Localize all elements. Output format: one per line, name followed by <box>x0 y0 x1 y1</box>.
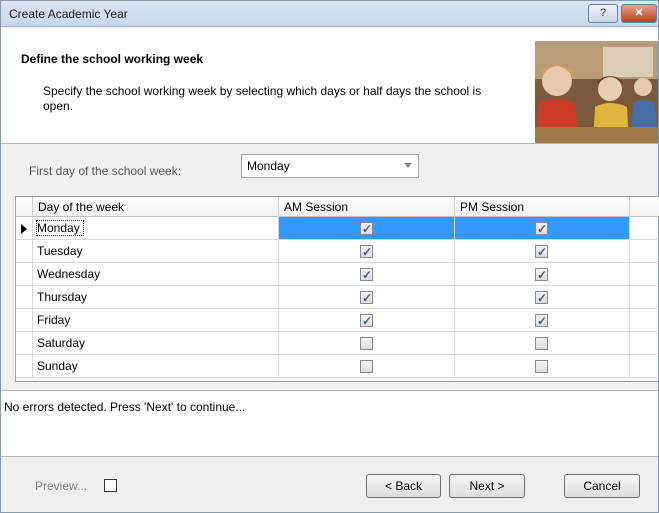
am-session-cell <box>279 309 455 332</box>
row-filler <box>630 332 659 355</box>
pm-session-checkbox[interactable] <box>535 360 548 373</box>
row-header[interactable] <box>16 309 33 332</box>
wizard-header: Define the school working week Specify t… <box>1 28 658 144</box>
preview-label: Preview... <box>35 479 88 493</box>
status-message: No errors detected. Press 'Next' to cont… <box>4 400 246 414</box>
day-label: Friday <box>37 313 71 327</box>
row-header[interactable] <box>16 217 33 240</box>
cancel-button[interactable]: Cancel <box>564 474 640 498</box>
chevron-down-icon[interactable] <box>404 163 412 168</box>
am-session-checkbox[interactable] <box>360 360 373 373</box>
first-day-select[interactable]: Monday <box>241 154 419 178</box>
window-title: Create Academic Year <box>9 7 128 21</box>
table-row[interactable]: Saturday <box>16 332 659 355</box>
am-session-checkbox[interactable] <box>360 241 373 263</box>
pm-session-checkbox[interactable] <box>535 264 548 286</box>
am-session-checkbox[interactable] <box>360 337 373 350</box>
day-cell[interactable]: Sunday <box>33 355 279 378</box>
pm-session-cell <box>455 332 630 355</box>
column-header-day[interactable]: Day of the week <box>33 197 279 217</box>
day-label: Saturday <box>37 336 86 350</box>
row-header[interactable] <box>16 263 33 286</box>
row-filler <box>630 355 659 378</box>
page-title: Define the school working week <box>21 52 204 66</box>
column-header-pm[interactable]: PM Session <box>455 197 630 217</box>
table-row[interactable]: Tuesday <box>16 240 659 263</box>
row-header[interactable] <box>16 355 33 378</box>
day-cell[interactable]: Thursday <box>33 286 279 309</box>
table-row[interactable]: Thursday <box>16 286 659 309</box>
pm-session-cell <box>455 286 630 309</box>
status-panel: No errors detected. Press 'Next' to cont… <box>1 390 658 457</box>
day-cell[interactable]: Wednesday <box>33 263 279 286</box>
close-icon: ✕ <box>634 7 644 19</box>
am-session-cell <box>279 355 455 378</box>
column-header-filler <box>630 197 659 217</box>
table-row[interactable]: Sunday <box>16 355 659 378</box>
row-filler <box>630 286 659 309</box>
am-session-checkbox[interactable] <box>360 310 373 332</box>
close-button[interactable]: ✕ <box>621 4 657 23</box>
pm-session-checkbox[interactable] <box>535 218 548 240</box>
row-header[interactable] <box>16 332 33 355</box>
create-academic-year-dialog: Create Academic Year ? ✕ Define the scho… <box>0 0 659 513</box>
current-row-icon <box>21 224 27 234</box>
page-description: Specify the school working week by selec… <box>43 84 482 113</box>
day-cell[interactable]: Saturday <box>33 332 279 355</box>
am-session-cell <box>279 217 455 240</box>
day-cell[interactable]: Monday <box>33 217 279 240</box>
pm-session-cell <box>455 309 630 332</box>
first-day-value: Monday <box>247 159 290 173</box>
title-bar: Create Academic Year ? ✕ <box>1 1 658 27</box>
classroom-photo <box>535 41 658 143</box>
am-session-checkbox[interactable] <box>360 264 373 286</box>
day-label: Monday <box>36 220 84 236</box>
back-button[interactable]: < Back <box>366 474 441 498</box>
row-header-corner <box>16 197 33 217</box>
pm-session-checkbox[interactable] <box>535 241 548 263</box>
day-label: Sunday <box>37 359 78 373</box>
working-week-grid: Day of the week AM Session PM Session Mo… <box>15 196 659 382</box>
table-row[interactable]: Friday <box>16 309 659 332</box>
table-row[interactable]: Wednesday <box>16 263 659 286</box>
pm-session-cell <box>455 355 630 378</box>
day-label: Tuesday <box>37 244 83 258</box>
row-filler <box>630 263 659 286</box>
row-filler <box>630 240 659 263</box>
pm-session-cell <box>455 240 630 263</box>
help-icon: ? <box>599 7 607 19</box>
am-session-cell <box>279 263 455 286</box>
am-session-cell <box>279 286 455 309</box>
day-label: Wednesday <box>37 267 101 281</box>
next-button[interactable]: Next > <box>449 474 525 498</box>
first-day-label: First day of the school week: <box>29 164 182 178</box>
am-session-cell <box>279 240 455 263</box>
pm-session-checkbox[interactable] <box>535 310 548 332</box>
grid-header: Day of the week AM Session PM Session <box>16 197 659 217</box>
day-cell[interactable]: Tuesday <box>33 240 279 263</box>
row-header[interactable] <box>16 240 33 263</box>
row-filler <box>630 217 659 240</box>
am-session-checkbox[interactable] <box>360 287 373 309</box>
pm-session-checkbox[interactable] <box>535 337 548 350</box>
pm-session-checkbox[interactable] <box>535 287 548 309</box>
am-session-cell <box>279 332 455 355</box>
row-header[interactable] <box>16 286 33 309</box>
day-cell[interactable]: Friday <box>33 309 279 332</box>
day-label: Thursday <box>37 290 88 304</box>
am-session-checkbox[interactable] <box>360 218 373 240</box>
first-day-row: First day of the school week: Monday <box>1 145 658 190</box>
help-button[interactable]: ? <box>588 4 618 23</box>
preview-checkbox[interactable] <box>104 479 117 492</box>
pm-session-cell <box>455 263 630 286</box>
pm-session-cell <box>455 217 630 240</box>
column-header-am[interactable]: AM Session <box>279 197 455 217</box>
table-row[interactable]: Monday <box>16 217 659 240</box>
row-filler <box>630 309 659 332</box>
